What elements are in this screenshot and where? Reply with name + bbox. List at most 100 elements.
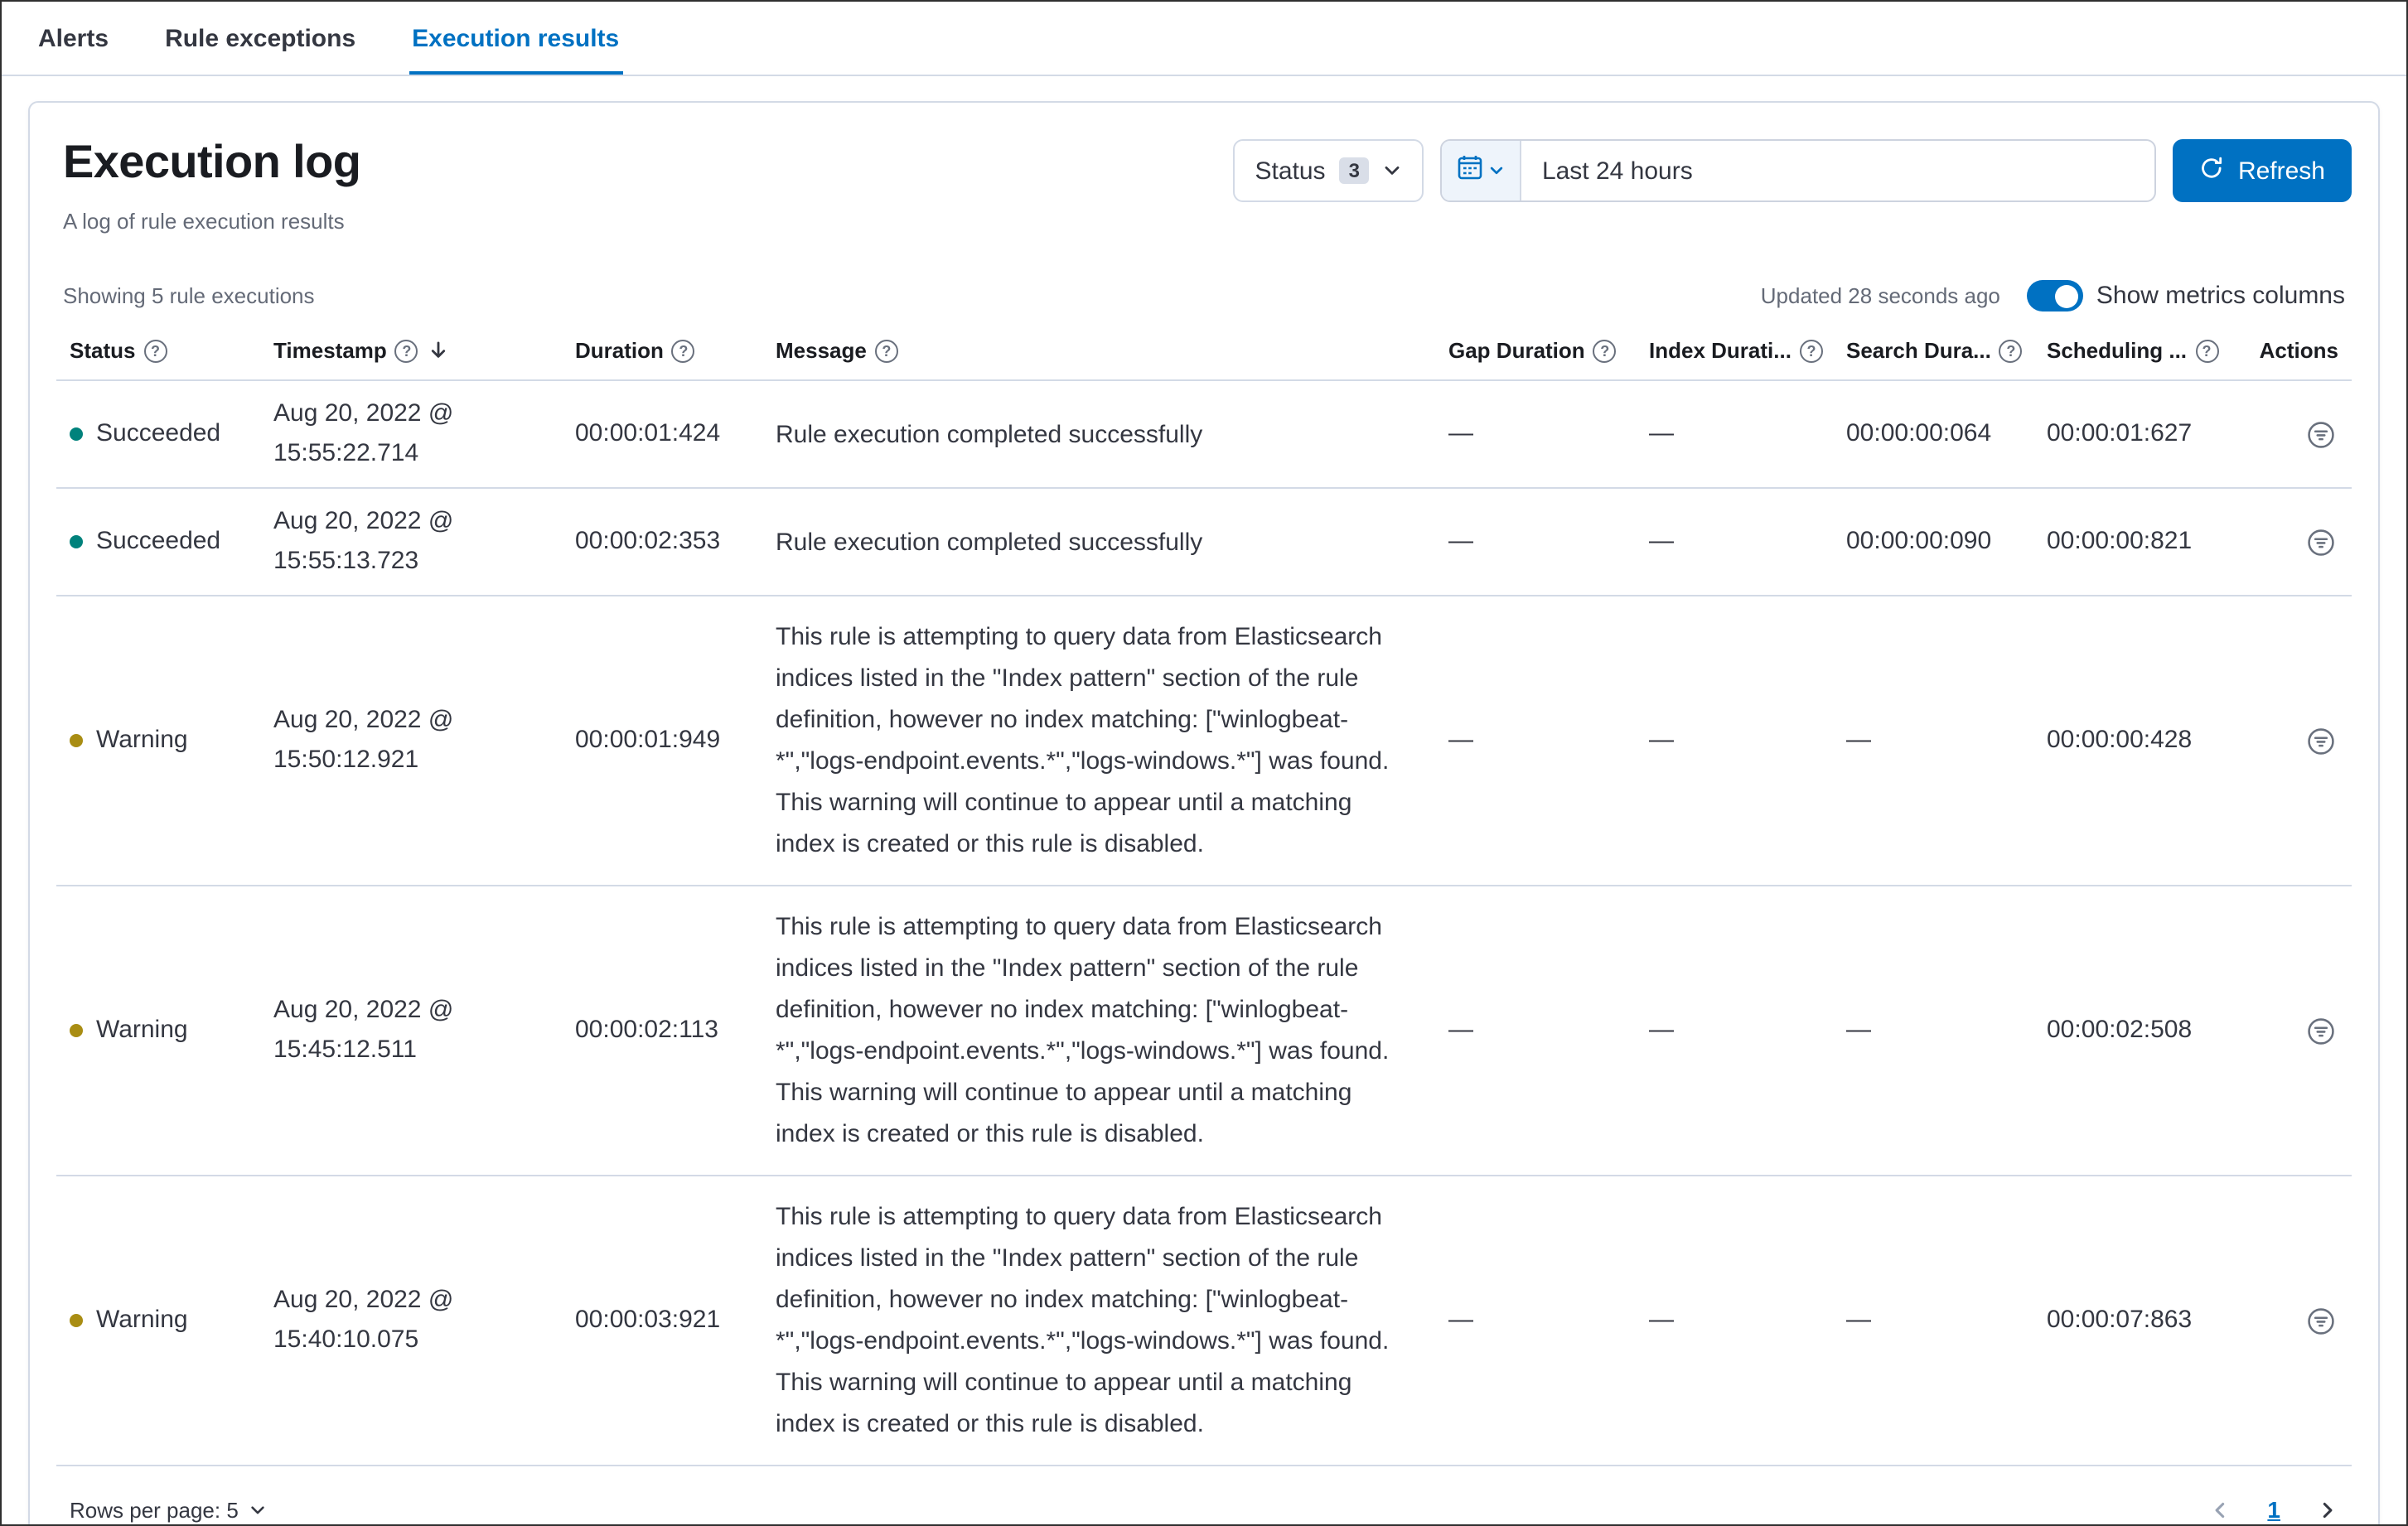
duration-cell: 00:00:03:921 <box>575 1306 721 1334</box>
actions-cell <box>2237 1290 2352 1351</box>
status-dot <box>70 427 83 441</box>
gap-duration-cell: — <box>1448 527 1473 555</box>
updated-ago-text: Updated 28 seconds ago <box>1760 283 2000 308</box>
index-duration-cell: — <box>1649 1306 1674 1334</box>
status-cell: Warning <box>56 1287 260 1354</box>
panel-title-block: Execution log A log of rule execution re… <box>56 136 361 234</box>
help-icon[interactable]: ? <box>1999 339 2023 362</box>
refresh-label: Refresh <box>2237 157 2325 185</box>
col-header-index-duration[interactable]: Index Durati... ? <box>1636 321 1833 379</box>
calendar-icon <box>1458 153 1484 188</box>
message-cell: This rule is attempting to query data fr… <box>776 913 1390 1148</box>
duration-cell: 00:00:02:113 <box>575 1016 718 1044</box>
rows-per-page-button[interactable]: Rows per page: 5 <box>70 1497 267 1522</box>
scheduling-delay-cell: 00:00:01:627 <box>2047 419 2193 447</box>
status-dot <box>70 1024 83 1037</box>
col-header-scheduling-delay[interactable]: Scheduling ... ? <box>2033 321 2237 379</box>
col-header-status[interactable]: Status ? <box>56 321 260 379</box>
row-actions-filter-button[interactable] <box>2304 1013 2338 1048</box>
index-duration-cell: — <box>1649 1016 1674 1044</box>
col-header-actions: Actions <box>2259 338 2338 363</box>
page-title: Execution log <box>63 136 361 187</box>
status-label: Warning <box>96 1016 188 1044</box>
table-row: Warning Aug 20, 2022 @ 15:45:12.511 00:0… <box>56 886 2352 1176</box>
status-cell: Warning <box>56 707 260 774</box>
table-row: Warning Aug 20, 2022 @ 15:50:12.921 00:0… <box>56 596 2352 886</box>
search-duration-cell: — <box>1846 1016 1871 1044</box>
gap-duration-cell: — <box>1448 1016 1473 1044</box>
duration-cell: 00:00:01:949 <box>575 726 721 754</box>
search-duration-cell: 00:00:00:064 <box>1846 419 1992 447</box>
help-icon[interactable]: ? <box>671 339 695 362</box>
help-icon[interactable]: ? <box>394 339 418 362</box>
duration-cell: 00:00:02:353 <box>575 527 721 555</box>
index-duration-cell: — <box>1649 527 1674 555</box>
chevron-down-icon <box>1489 162 1506 179</box>
scheduling-delay-cell: 00:00:00:428 <box>2047 726 2193 754</box>
status-label: Warning <box>96 1306 188 1334</box>
search-duration-cell: 00:00:00:090 <box>1846 527 1992 555</box>
actions-cell <box>2237 710 2352 771</box>
timestamp-cell: Aug 20, 2022 @ 15:40:10.075 <box>273 1286 454 1354</box>
col-header-search-duration[interactable]: Search Dura... ? <box>1833 321 2033 379</box>
pagination: 1 <box>2209 1496 2338 1523</box>
refresh-icon <box>2200 155 2225 186</box>
row-actions-filter-button[interactable] <box>2304 417 2338 452</box>
page-number-1[interactable]: 1 <box>2267 1496 2280 1523</box>
col-header-timestamp[interactable]: Timestamp ? <box>260 321 562 379</box>
super-date-picker: Last 24 hours <box>1440 139 2157 202</box>
row-actions-filter-button[interactable] <box>2304 723 2338 758</box>
help-icon[interactable]: ? <box>1799 339 1823 362</box>
date-quick-select-button[interactable] <box>1442 141 1522 200</box>
tab-execution-results[interactable]: Execution results <box>409 2 623 75</box>
col-header-duration[interactable]: Duration ? <box>562 321 762 379</box>
col-header-message[interactable]: Message ? <box>762 321 1435 379</box>
actions-cell <box>2237 1000 2352 1061</box>
execution-log-panel: Execution log A log of rule execution re… <box>28 101 2380 1524</box>
help-icon[interactable]: ? <box>874 339 898 362</box>
status-cell: Warning <box>56 997 260 1064</box>
col-header-gap-duration[interactable]: Gap Duration ? <box>1435 321 1636 379</box>
table-body: Succeeded Aug 20, 2022 @ 15:55:22.714 00… <box>56 381 2352 1466</box>
table-row: Succeeded Aug 20, 2022 @ 15:55:13.723 00… <box>56 489 2352 596</box>
row-actions-filter-button[interactable] <box>2304 1303 2338 1338</box>
scheduling-delay-cell: 00:00:07:863 <box>2047 1306 2193 1334</box>
status-filter-button[interactable]: Status 3 <box>1233 139 1424 202</box>
date-range-value[interactable]: Last 24 hours <box>1522 141 2155 200</box>
table-row: Succeeded Aug 20, 2022 @ 15:55:22.714 00… <box>56 381 2352 489</box>
index-duration-cell: — <box>1649 726 1674 754</box>
table-header: Status ? Timestamp ? Duration ? Message … <box>56 321 2352 381</box>
status-filter-label: Status <box>1255 157 1326 185</box>
status-cell: Succeeded <box>56 401 260 467</box>
app-window: Alerts Rule exceptions Execution results… <box>0 0 2408 1526</box>
next-page-icon[interactable] <box>2317 1499 2338 1520</box>
tab-alerts[interactable]: Alerts <box>35 2 112 75</box>
gap-duration-cell: — <box>1448 419 1473 447</box>
help-icon[interactable]: ? <box>2195 339 2219 362</box>
table-row: Warning Aug 20, 2022 @ 15:40:10.075 00:0… <box>56 1176 2352 1466</box>
help-icon[interactable]: ? <box>143 339 167 362</box>
page-subtitle: A log of rule execution results <box>63 209 345 234</box>
message-cell: Rule execution completed successfully <box>776 528 1203 556</box>
tab-rule-exceptions[interactable]: Rule exceptions <box>162 2 359 75</box>
previous-page-icon[interactable] <box>2209 1499 2231 1520</box>
chevron-down-icon <box>249 1500 267 1519</box>
message-cell: Rule execution completed successfully <box>776 420 1203 448</box>
status-label: Warning <box>96 726 188 754</box>
scheduling-delay-cell: 00:00:02:508 <box>2047 1016 2193 1044</box>
actions-cell <box>2237 403 2352 465</box>
table-footer: Rows per page: 5 1 <box>56 1466 2352 1524</box>
controls: Status 3 Last 24 hours Refresh <box>1233 139 2352 202</box>
help-icon[interactable]: ? <box>1593 339 1617 362</box>
timestamp-cell: Aug 20, 2022 @ 15:55:13.723 <box>273 507 454 575</box>
row-actions-filter-button[interactable] <box>2304 524 2338 559</box>
timestamp-cell: Aug 20, 2022 @ 15:55:22.714 <box>273 399 454 467</box>
show-metrics-toggle-label: Show metrics columns <box>2096 282 2345 310</box>
show-metrics-toggle[interactable] <box>2026 280 2083 311</box>
actions-cell <box>2237 511 2352 572</box>
search-duration-cell: — <box>1846 726 1871 754</box>
refresh-button[interactable]: Refresh <box>2173 139 2352 202</box>
status-dot <box>70 734 83 747</box>
show-metrics-toggle-wrap: Show metrics columns <box>2026 280 2345 311</box>
top-tabbar: Alerts Rule exceptions Execution results <box>2 2 2406 76</box>
